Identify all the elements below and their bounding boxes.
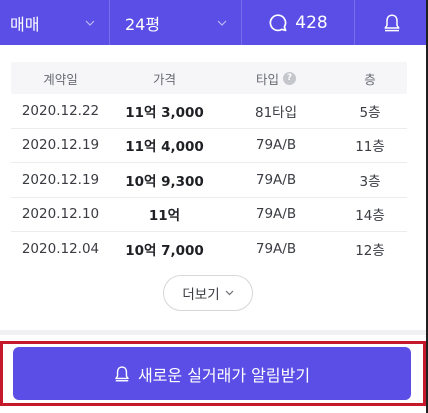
size-label: 24평 bbox=[125, 14, 161, 34]
notification-button[interactable] bbox=[355, 0, 428, 45]
table-header: 계약일 가격 타입 ? 층 bbox=[11, 62, 407, 94]
row-price: 11억 3,000 bbox=[125, 104, 204, 121]
row-type: 79A/B bbox=[255, 137, 297, 154]
row-date: 2020.12.04 bbox=[21, 241, 100, 258]
row-floor: 3층 bbox=[359, 173, 381, 190]
row-price: 10억 7,000 bbox=[125, 243, 204, 260]
comment-bubble-icon bbox=[269, 13, 287, 31]
row-date: 2020.12.19 bbox=[21, 137, 100, 154]
row-type: 79A/B bbox=[255, 206, 297, 223]
bell-icon bbox=[383, 13, 400, 31]
row-price: 11억 bbox=[148, 208, 181, 225]
bell-icon bbox=[115, 365, 129, 381]
price-alert-label: 새로운 실거래가 알림받기 bbox=[137, 365, 311, 385]
header-floor: 층 bbox=[364, 71, 376, 87]
alert-highlight: 새로운 실거래가 알림받기 bbox=[0, 341, 426, 406]
row-type: 79A/B bbox=[255, 171, 297, 188]
chevron-down-icon bbox=[217, 20, 227, 26]
row-date: 2020.12.22 bbox=[21, 102, 100, 119]
question-circle-icon[interactable]: ? bbox=[283, 71, 296, 85]
transaction-table: 계약일 가격 타입 ? 층 2020.12.22 11억 3,000 81타입 … bbox=[11, 62, 407, 267]
row-price: 11억 4,000 bbox=[125, 139, 204, 156]
row-floor: 11층 bbox=[355, 139, 385, 156]
header-price: 가격 bbox=[152, 71, 176, 87]
deal-type-label: 매매 bbox=[10, 14, 40, 34]
row-floor: 14층 bbox=[355, 208, 385, 225]
row-floor: 12층 bbox=[355, 243, 385, 260]
row-date: 2020.12.10 bbox=[21, 206, 100, 223]
comments-button[interactable]: 428 bbox=[242, 0, 355, 45]
more-button[interactable]: 더보기 bbox=[163, 275, 253, 311]
size-dropdown[interactable]: 24평 bbox=[110, 0, 242, 45]
deal-type-dropdown[interactable]: 매매 bbox=[0, 0, 110, 45]
row-date: 2020.12.19 bbox=[21, 171, 100, 188]
header-type-label: 타입 bbox=[255, 71, 279, 87]
table-row: 2020.12.22 11억 3,000 81타입 5층 bbox=[11, 94, 407, 129]
header-type: 타입 ? bbox=[219, 69, 333, 88]
row-floor: 5층 bbox=[359, 104, 381, 121]
table-row: 2020.12.19 10억 9,300 79A/B 3층 bbox=[11, 163, 407, 198]
section-divider bbox=[0, 330, 428, 335]
price-alert-button[interactable]: 새로운 실거래가 알림받기 bbox=[13, 347, 411, 400]
header-date: 계약일 bbox=[43, 71, 78, 87]
table-row: 2020.12.19 11억 4,000 79A/B 11층 bbox=[11, 129, 407, 163]
table-row: 2020.12.04 10억 7,000 79A/B 12층 bbox=[11, 232, 407, 267]
row-type: 79A/B bbox=[255, 241, 297, 258]
chevron-down-icon bbox=[85, 20, 95, 26]
comment-count: 428 bbox=[295, 12, 328, 33]
row-type: 81타입 bbox=[254, 104, 298, 121]
table-row: 2020.12.10 11억 79A/B 14층 bbox=[11, 198, 407, 232]
chevron-down-icon bbox=[225, 290, 234, 296]
row-price: 10억 9,300 bbox=[125, 173, 204, 190]
top-nav: 매매 24평 428 bbox=[0, 0, 428, 45]
more-button-label: 더보기 bbox=[182, 287, 220, 303]
